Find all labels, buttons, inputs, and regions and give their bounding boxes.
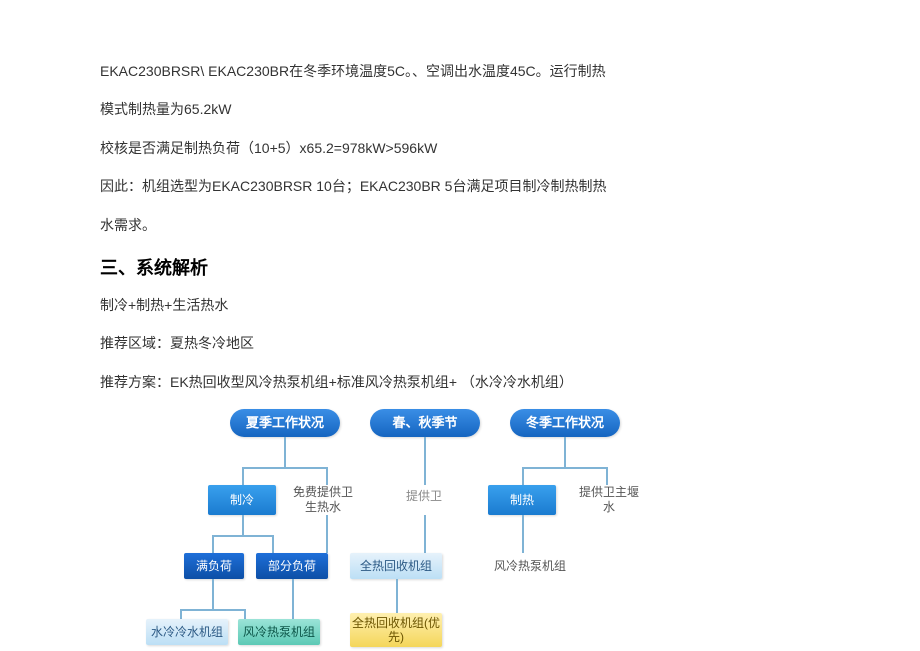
line [564, 437, 566, 467]
node-partial-load: 部分负荷 [256, 553, 328, 579]
line [212, 535, 274, 537]
node-heating: 制热 [488, 485, 556, 515]
node-recovery: 全热回收机组 [350, 553, 442, 579]
node-water-cooled: 水冷冷水机组 [146, 619, 228, 645]
para-5: 水需求。 [100, 214, 820, 236]
line [180, 609, 182, 619]
hdr-spring: 春、秋季节 [370, 409, 480, 437]
txt-provide: 提供卫 [394, 489, 454, 503]
line [522, 467, 608, 469]
line [242, 515, 244, 535]
body-3: 推荐方案：EK热回收型风冷热泵机组+标准风冷热泵机组+ （水冷冷水机组） [100, 371, 820, 393]
node-full-load: 满负荷 [184, 553, 244, 579]
hdr-winter: 冬季工作状况 [510, 409, 620, 437]
line [606, 467, 608, 485]
para-2: 模式制热量为65.2kW [100, 98, 820, 120]
line [242, 467, 244, 485]
body-2: 推荐区域：夏热冬冷地区 [100, 332, 820, 354]
line [292, 579, 294, 619]
line [244, 609, 246, 619]
body-1: 制冷+制热+生活热水 [100, 294, 820, 316]
txt-air-unit: 风冷热泵机组 [490, 559, 570, 573]
line [522, 515, 524, 553]
para-4: 因此：机组选型为EKAC230BRSR 10台；EKAC230BR 5台满足项目… [100, 175, 820, 197]
line [212, 579, 214, 609]
txt-provide-main: 提供卫主堰水 [574, 485, 644, 514]
line [212, 535, 214, 553]
system-diagram: 夏季工作状况 春、秋季节 冬季工作状况 制冷 免费提供卫生热水 提供卫 制热 提… [160, 409, 720, 649]
node-cooling: 制冷 [208, 485, 276, 515]
para-1: EKAC230BRSR\ EKAC230BR在冬季环境温度5C。、空调出水温度4… [100, 60, 820, 82]
hdr-summer: 夏季工作状况 [230, 409, 340, 437]
txt-free-hot: 免费提供卫生热水 [288, 485, 358, 514]
line [326, 515, 328, 553]
line [424, 437, 426, 485]
node-air-cooled: 风冷热泵机组 [238, 619, 320, 645]
line [522, 467, 524, 485]
line [180, 609, 246, 611]
section-heading: 三、系统解析 [100, 254, 820, 280]
line [424, 515, 426, 553]
line [326, 467, 328, 485]
line [242, 467, 328, 469]
line [272, 535, 274, 553]
node-recovery-pref: 全热回收机组(优先) [350, 613, 442, 647]
para-3: 校核是否满足制热负荷（10+5）x65.2=978kW>596kW [100, 137, 820, 159]
line [284, 437, 286, 467]
